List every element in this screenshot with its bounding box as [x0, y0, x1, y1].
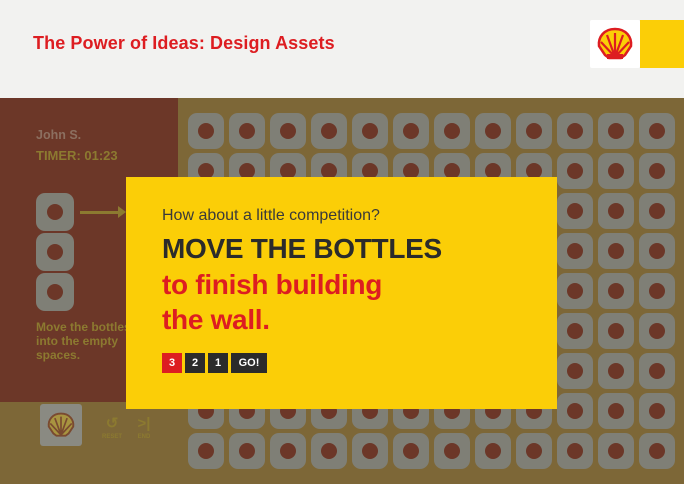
header: The Power of Ideas: Design Assets — [0, 0, 684, 98]
bottle-cell[interactable] — [557, 113, 593, 149]
reset-button[interactable]: ↺ RESET — [101, 415, 123, 441]
modal-headline: MOVE THE BOTTLES — [162, 233, 442, 264]
page-title: The Power of Ideas: Design Assets — [33, 33, 335, 53]
bottle-cell[interactable] — [434, 113, 470, 149]
countdown-3: 3 — [162, 353, 182, 373]
bottle-cell[interactable] — [557, 193, 593, 229]
bottle-slot[interactable] — [36, 193, 74, 231]
shell-logo-small — [40, 404, 82, 446]
bottle-cell[interactable] — [352, 433, 388, 469]
end-button[interactable]: >| END — [133, 415, 155, 441]
bottle-cell[interactable] — [557, 353, 593, 389]
shell-pecten-icon — [597, 27, 633, 60]
countdown: 3 2 1 GO! — [162, 353, 267, 373]
modal-line-2: to finish building — [162, 269, 383, 300]
countdown-2: 2 — [185, 353, 205, 373]
bottle-cell[interactable] — [393, 113, 429, 149]
bottle-cell[interactable] — [311, 433, 347, 469]
bottle-cell[interactable] — [598, 153, 634, 189]
player-name: John S. — [36, 128, 82, 142]
bottle-cell[interactable] — [557, 393, 593, 429]
bottle-cell[interactable] — [639, 273, 675, 309]
bottle-cell[interactable] — [598, 233, 634, 269]
bottle-cell[interactable] — [475, 113, 511, 149]
bottle-cell[interactable] — [270, 433, 306, 469]
bottle-cell[interactable] — [188, 433, 224, 469]
brand-yellow-tab — [640, 20, 684, 68]
reset-icon: ↺ — [105, 415, 119, 432]
bottle-cell[interactable] — [557, 433, 593, 469]
bottle-cell[interactable] — [270, 113, 306, 149]
bottle-cell[interactable] — [229, 113, 265, 149]
bottle-cell[interactable] — [352, 113, 388, 149]
modal-subtitle: How about a little competition? — [162, 207, 380, 224]
bottle-cell[interactable] — [639, 153, 675, 189]
countdown-1: 1 — [208, 353, 228, 373]
control-bar — [0, 402, 178, 484]
bottle-cell[interactable] — [516, 433, 552, 469]
instructions: Move the bottles into the empty spaces. — [36, 320, 131, 362]
arrow-right-icon — [118, 206, 126, 218]
bottle-cell[interactable] — [557, 233, 593, 269]
bottle-cell[interactable] — [639, 233, 675, 269]
bottle-cell[interactable] — [598, 113, 634, 149]
bottle-cell[interactable] — [639, 433, 675, 469]
bottle-cell[interactable] — [639, 193, 675, 229]
shell-pecten-icon — [47, 412, 75, 437]
bottle-slot[interactable] — [36, 273, 74, 311]
reset-label: RESET — [101, 434, 122, 440]
bottle-cell[interactable] — [598, 393, 634, 429]
bottle-cell[interactable] — [393, 433, 429, 469]
bottle-cell[interactable] — [557, 273, 593, 309]
end-label: END — [137, 434, 151, 440]
countdown-go: GO! — [231, 353, 267, 373]
bottle-cell[interactable] — [229, 433, 265, 469]
bottle-cell[interactable] — [639, 353, 675, 389]
timer: TIMER: 01:23 — [36, 148, 118, 163]
bottle-cell[interactable] — [188, 113, 224, 149]
skip-end-icon: >| — [137, 415, 151, 432]
bottle-cell[interactable] — [598, 193, 634, 229]
bottle-cell[interactable] — [434, 433, 470, 469]
shell-logo — [590, 20, 640, 68]
bottle-cell[interactable] — [311, 113, 347, 149]
bottle-cell[interactable] — [475, 433, 511, 469]
bottle-cell[interactable] — [598, 353, 634, 389]
bottle-cell[interactable] — [639, 393, 675, 429]
bottle-cell[interactable] — [639, 113, 675, 149]
bottle-cell[interactable] — [557, 153, 593, 189]
bottle-cell[interactable] — [557, 313, 593, 349]
bottle-cell[interactable] — [598, 273, 634, 309]
bottle-cell[interactable] — [639, 313, 675, 349]
bottle-cell[interactable] — [598, 313, 634, 349]
arrow-line — [80, 211, 120, 214]
bottle-slot[interactable] — [36, 233, 74, 271]
bottle-cell[interactable] — [598, 433, 634, 469]
bottle-cell[interactable] — [516, 113, 552, 149]
competition-modal: How about a little competition? MOVE THE… — [126, 177, 557, 409]
modal-line-3: the wall. — [162, 304, 270, 335]
